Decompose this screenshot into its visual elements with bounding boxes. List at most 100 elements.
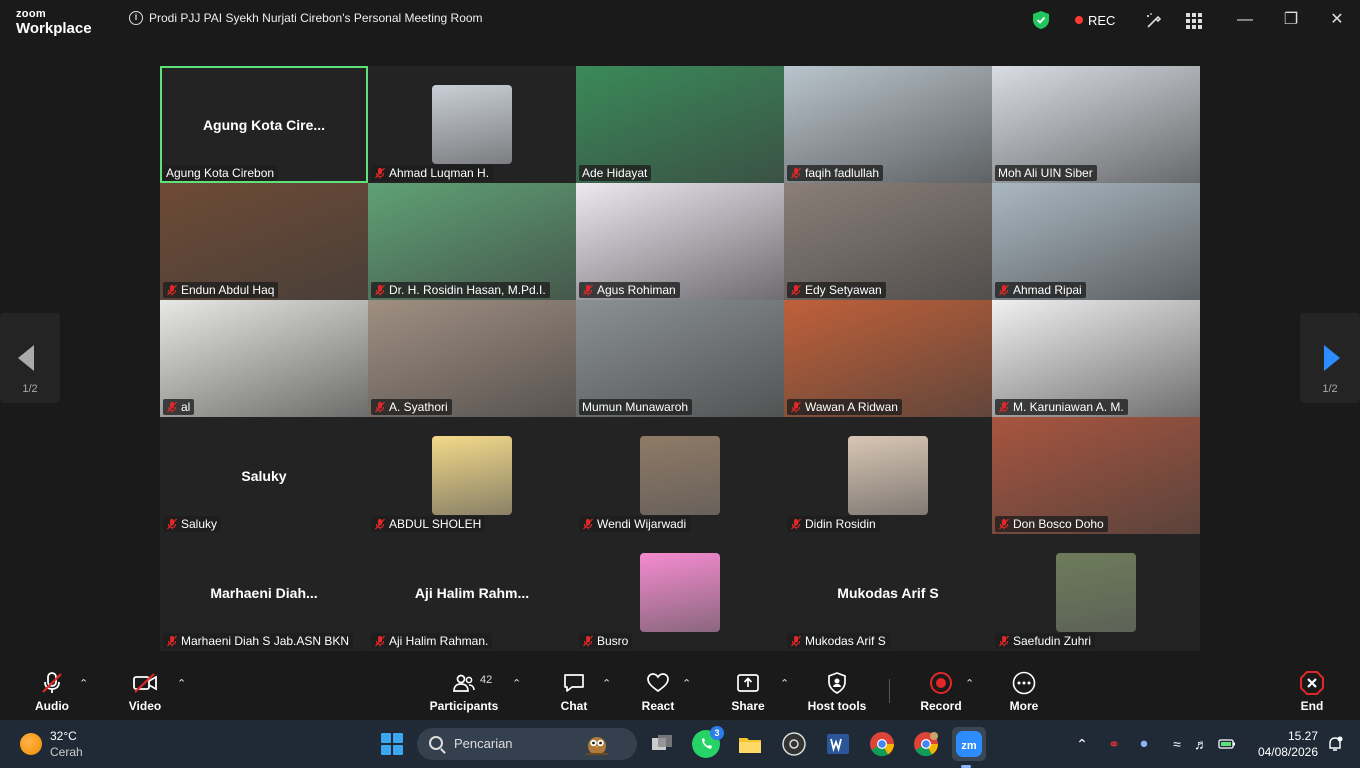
next-page-button[interactable]: 1/2 — [1300, 313, 1360, 403]
shield-icon[interactable] — [1033, 11, 1049, 29]
participant-tile[interactable]: Marhaeni Diah... Marhaeni Diah S Jab.ASN … — [160, 534, 368, 651]
mic-muted-icon — [375, 518, 385, 530]
battery-icon[interactable] — [1218, 735, 1236, 753]
participant-tile[interactable]: Agus Rohiman — [576, 183, 784, 300]
participant-tile[interactable]: Ade Hidayat — [576, 66, 784, 183]
obs-icon[interactable] — [780, 730, 808, 758]
rec-label[interactable]: REC — [1088, 13, 1115, 28]
toolbar-divider — [889, 679, 890, 703]
participant-tile[interactable]: ABDUL SHOLEH — [368, 417, 576, 534]
info-icon[interactable]: i — [129, 11, 143, 25]
participant-tile[interactable]: Don Bosco Doho — [992, 417, 1200, 534]
participant-name-tag: Edy Setyawan — [787, 282, 886, 298]
video-options-caret[interactable]: ⌃ — [177, 677, 186, 690]
record-button[interactable]: Record — [917, 661, 965, 720]
participant-tile[interactable]: Endun Abdul Haq — [160, 183, 368, 300]
participant-name: Moh Ali UIN Siber — [998, 166, 1093, 180]
record-options-caret[interactable]: ⌃ — [965, 677, 974, 690]
wifi-icon[interactable]: ≈ — [1168, 735, 1186, 753]
participant-name-tag: faqih fadlullah — [787, 165, 884, 181]
prev-page-button[interactable]: 1/2 — [0, 313, 60, 403]
rec-indicator-dot — [1075, 16, 1083, 24]
close-button[interactable]: ✕ — [1327, 10, 1347, 30]
participant-tile[interactable]: Edy Setyawan — [784, 183, 992, 300]
react-label: React — [641, 699, 675, 713]
whatsapp-icon[interactable]: 3 — [692, 726, 724, 758]
participant-tile[interactable]: al — [160, 300, 368, 417]
weather-sun-icon[interactable] — [20, 733, 42, 755]
react-button[interactable]: React — [634, 661, 682, 720]
share-options-caret[interactable]: ⌃ — [780, 677, 789, 690]
participant-name: Agus Rohiman — [597, 283, 676, 297]
participant-tile[interactable]: Ahmad Luqman H. — [368, 66, 576, 183]
participant-tile[interactable]: Mukodas Arif S Mukodas Arif S — [784, 534, 992, 651]
search-icon — [429, 736, 443, 750]
participant-tile[interactable]: Wawan A Ridwan — [784, 300, 992, 417]
mic-muted-icon — [375, 401, 385, 413]
participant-tile[interactable]: Didin Rosidin — [784, 417, 992, 534]
chrome-icon[interactable] — [868, 730, 896, 758]
annotate-icon[interactable] — [1145, 12, 1163, 30]
participants-options-caret[interactable]: ⌃ — [512, 677, 521, 690]
audio-options-caret[interactable]: ⌃ — [79, 677, 88, 690]
participant-tile[interactable]: Wendi Wijarwadi — [576, 417, 784, 534]
file-explorer-icon[interactable] — [736, 730, 764, 758]
notification-bell-icon[interactable] — [1326, 735, 1344, 753]
participant-name: Busro — [597, 634, 629, 648]
windows-start-icon[interactable] — [381, 733, 403, 755]
participant-tile[interactable]: Aji Halim Rahm... Aji Halim Rahman. — [368, 534, 576, 651]
participant-name-tag: Ahmad Ripai — [995, 282, 1086, 298]
participant-tile[interactable]: Agung Kota Cire... Agung Kota Cirebon — [160, 66, 368, 183]
tray-mic-icon[interactable]: ⚫ — [1135, 735, 1153, 753]
chat-button[interactable]: Chat — [550, 661, 598, 720]
end-button[interactable]: End — [1288, 661, 1336, 720]
participant-tile[interactable]: Mumun Munawaroh — [576, 300, 784, 417]
chat-options-caret[interactable]: ⌃ — [602, 677, 611, 690]
chrome-profile-icon[interactable] — [912, 730, 940, 758]
page-indicator-right: 1/2 — [1322, 383, 1338, 395]
minimize-button[interactable]: — — [1235, 10, 1255, 30]
participants-button[interactable]: Participants — [428, 661, 500, 720]
tray-security-icon[interactable]: ⚭ — [1105, 735, 1123, 753]
chat-label: Chat — [560, 699, 588, 713]
task-view-icon[interactable] — [648, 730, 676, 758]
weather-condition[interactable]: Cerah — [50, 745, 83, 759]
react-options-caret[interactable]: ⌃ — [682, 677, 691, 690]
host-tools-button[interactable]: Host tools — [806, 661, 868, 720]
search-placeholder: Pencarian — [454, 736, 513, 751]
participants-label: Participants — [429, 699, 499, 713]
share-button[interactable]: Share — [724, 661, 772, 720]
windows-taskbar: 32°C Cerah Pencarian 3 zm ⌃ ⚭ ⚫ ≈ ♬ 15.2… — [0, 720, 1360, 768]
taskbar-clock[interactable]: 15.27 — [1282, 729, 1318, 743]
word-icon[interactable] — [824, 730, 852, 758]
mic-muted-icon — [791, 401, 801, 413]
brand-line1: zoom — [16, 8, 46, 20]
taskbar-date[interactable]: 04/08/2026 — [1254, 745, 1318, 759]
participant-tile[interactable]: Saefudin Zuhri — [992, 534, 1200, 651]
participant-tile[interactable]: Busro — [576, 534, 784, 651]
participant-name-tag: Agus Rohiman — [579, 282, 680, 298]
participant-name: Ahmad Ripai — [1013, 283, 1082, 297]
participant-tile[interactable]: M. Karuniawan A. M. — [992, 300, 1200, 417]
taskbar-search-box[interactable]: Pencarian — [417, 728, 637, 760]
more-button[interactable]: More — [1000, 661, 1048, 720]
audio-button[interactable]: Audio — [28, 661, 76, 720]
weather-temperature[interactable]: 32°C — [50, 729, 77, 743]
participant-avatar — [432, 436, 512, 515]
more-label: More — [1009, 699, 1039, 713]
participant-tile[interactable]: Ahmad Ripai — [992, 183, 1200, 300]
participant-tile[interactable]: Dr. H. Rosidin Hasan, M.Pd.I. — [368, 183, 576, 300]
maximize-button[interactable]: ❐ — [1281, 10, 1301, 30]
video-gallery: Agung Kota Cire... Agung Kota Cirebon Ahma… — [160, 66, 1200, 651]
participant-tile[interactable]: faqih fadlullah — [784, 66, 992, 183]
participant-tile[interactable]: Moh Ali UIN Siber — [992, 66, 1200, 183]
heart-icon — [647, 673, 669, 693]
participant-name: Ahmad Luqman H. — [389, 166, 490, 180]
volume-icon[interactable]: ♬ — [1192, 735, 1210, 753]
tray-overflow-chevron-icon[interactable]: ⌃ — [1073, 735, 1091, 753]
view-grid-icon[interactable] — [1185, 12, 1203, 30]
participant-tile[interactable]: A. Syathori — [368, 300, 576, 417]
video-button[interactable]: Video — [121, 661, 169, 720]
zoom-app-icon[interactable]: zm — [952, 727, 986, 768]
participant-tile[interactable]: Saluky Saluky — [160, 417, 368, 534]
